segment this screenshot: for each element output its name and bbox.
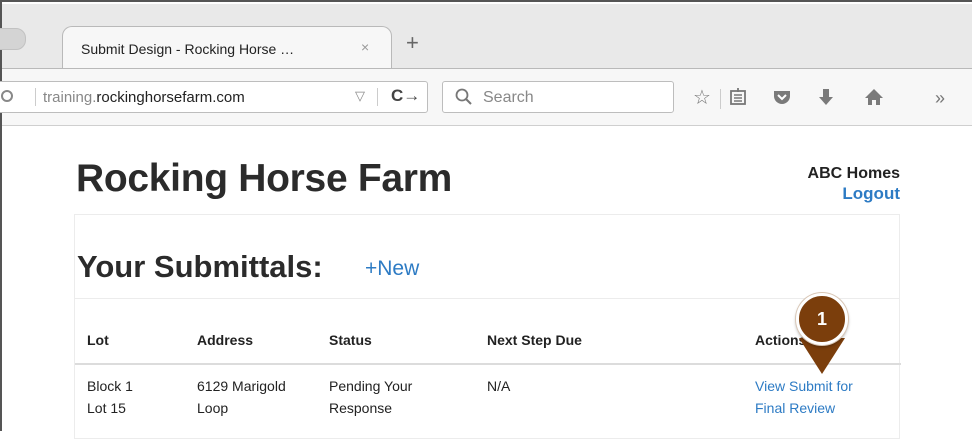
address-line: 6129 Marigold <box>197 378 286 394</box>
window-control-button[interactable] <box>0 28 26 50</box>
column-header-address: Address <box>185 327 317 365</box>
address-line: Loop <box>197 400 229 416</box>
active-tab[interactable]: Submit Design - Rocking Horse … × <box>62 26 392 70</box>
lot-line: Lot 15 <box>87 400 126 416</box>
home-icon[interactable] <box>862 87 886 111</box>
view-submit-final-review-link[interactable]: View Submit for Final Review <box>755 375 885 419</box>
url-divider <box>35 88 36 106</box>
browser-window: Submit Design - Rocking Horse … × + trai… <box>0 0 972 439</box>
reload-icon[interactable]: C→ <box>391 86 420 106</box>
cell-next-step: N/A <box>487 378 511 394</box>
lot-line: Block 1 <box>87 378 133 394</box>
info-icon[interactable] <box>1 90 13 102</box>
action-line: View Submit for <box>755 378 853 394</box>
navigation-toolbar: training.rockinghorsefarm.com ▽ C→ Searc… <box>0 68 972 126</box>
tab-title: Submit Design - Rocking Horse … <box>81 41 295 57</box>
toolbar-divider <box>720 89 721 109</box>
url-dropdown-icon[interactable]: ▽ <box>355 88 365 104</box>
url-divider <box>377 88 378 106</box>
url-text[interactable]: training.rockinghorsefarm.com <box>43 89 245 106</box>
close-tab-icon[interactable]: × <box>361 39 369 55</box>
site-title: Rocking Horse Farm <box>76 157 453 200</box>
download-icon[interactable] <box>814 87 838 111</box>
logout-link[interactable]: Logout <box>842 184 900 204</box>
callout-badge: 1 <box>796 293 848 345</box>
table-header-row: Lot Address Status Next Step Due Actions <box>75 327 901 365</box>
submittals-panel: Your Submittals: +New Lot Address Status… <box>74 214 901 439</box>
submittals-table: Lot Address Status Next Step Due Actions… <box>75 327 901 419</box>
action-line: Final Review <box>755 400 836 416</box>
url-bar[interactable]: training.rockinghorsefarm.com ▽ C→ <box>0 81 428 113</box>
url-domain: rockinghorsefarm.com <box>96 89 245 106</box>
bookmark-star-icon[interactable]: ☆ <box>690 87 714 111</box>
table-row: Block 1 Lot 15 6129 Marigold Loop Pendin… <box>75 364 901 419</box>
pocket-icon[interactable] <box>770 87 794 111</box>
cell-status: Pending Your Response <box>317 364 475 419</box>
search-placeholder: Search <box>483 89 534 106</box>
overflow-chevron-icon[interactable]: » <box>928 87 952 111</box>
new-tab-button[interactable]: + <box>406 32 419 54</box>
column-header-next-step-due: Next Step Due <box>475 327 743 365</box>
cell-address: 6129 Marigold Loop <box>185 364 317 419</box>
new-submittal-link[interactable]: +New <box>365 257 419 281</box>
panel-header: Your Submittals: +New <box>75 215 899 299</box>
search-icon <box>455 88 473 106</box>
reading-list-icon[interactable] <box>726 87 750 111</box>
submittals-title: Your Submittals: <box>77 249 323 284</box>
column-header-lot: Lot <box>75 327 185 365</box>
status-line: Pending Your <box>329 378 413 394</box>
column-header-status: Status <box>317 327 475 365</box>
cell-lot: Block 1 Lot 15 <box>75 364 185 419</box>
status-line: Response <box>329 400 393 416</box>
search-input[interactable]: Search <box>442 81 674 113</box>
tab-strip: Submit Design - Rocking Horse … × + <box>0 4 972 70</box>
user-name: ABC Homes <box>807 165 900 182</box>
url-prefix: training. <box>43 89 97 106</box>
